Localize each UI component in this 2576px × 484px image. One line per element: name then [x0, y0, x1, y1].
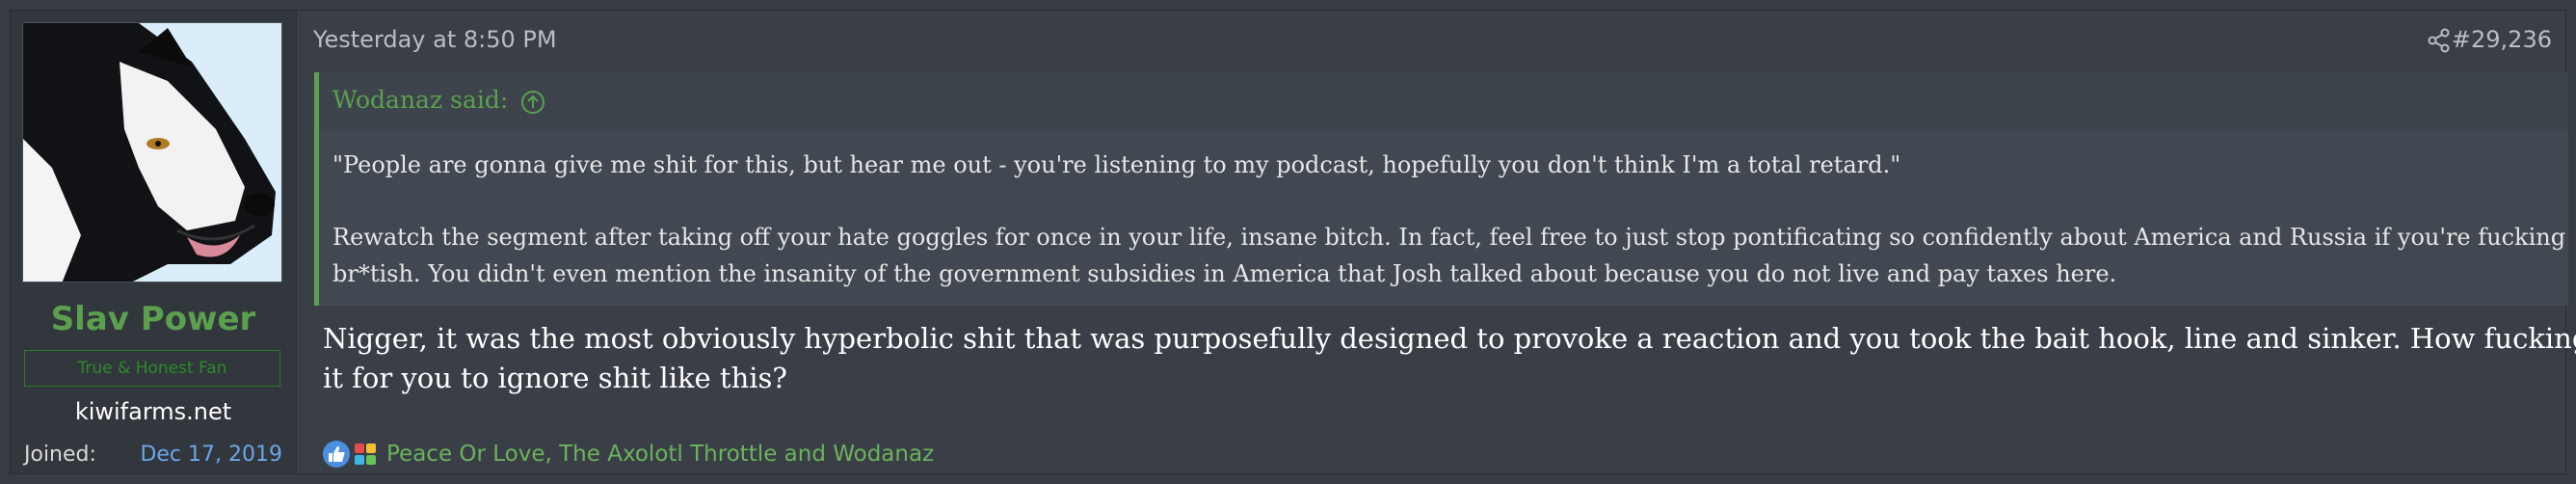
post-body-line: Nigger, it was the most obviously hyperb… — [323, 322, 2576, 355]
user-title-badge: True & Honest Fan — [24, 350, 280, 387]
quote-text-line: "People are gonna give me shit for this,… — [332, 151, 1901, 178]
arrow-up-circle-icon[interactable] — [519, 89, 546, 116]
quote-text-line: br*tish. You didn't even mention the ins… — [332, 260, 2117, 287]
share-icon[interactable] — [2427, 28, 2452, 53]
post-body-line: it for you to ignore shit like this? — [323, 362, 787, 394]
user-info-column: Slav Power True & Honest Fan kiwifarms.n… — [11, 11, 297, 473]
reaction-users-link[interactable]: Peace Or Love, The Axolotl Throttle and … — [386, 442, 934, 467]
quote-header: Wodanaz said: — [319, 72, 2568, 130]
post-number-link[interactable]: #29,236 — [2452, 26, 2552, 53]
forum-post: Slav Power True & Honest Fan kiwifarms.n… — [10, 10, 2576, 474]
quote-block: Wodanaz said: "People are gonna give me … — [314, 72, 2568, 306]
dog-avatar-icon — [23, 23, 281, 282]
joined-label: Joined: — [24, 443, 96, 467]
post-timestamp[interactable]: Yesterday at 8:50 PM — [313, 26, 557, 53]
puzzle-icon — [352, 441, 379, 468]
quote-author[interactable]: Wodanaz said: — [332, 86, 508, 114]
like-icon — [323, 441, 350, 468]
joined-date: Dec 17, 2019 — [140, 443, 282, 467]
quote-text-line: Rewatch the segment after taking off you… — [332, 224, 2566, 251]
user-site: kiwifarms.net — [74, 398, 232, 425]
avatar[interactable] — [22, 22, 282, 282]
post-content: Yesterday at 8:50 PM #29,236 Wodanaz sai… — [297, 11, 2576, 473]
username[interactable]: Slav Power — [11, 300, 296, 338]
